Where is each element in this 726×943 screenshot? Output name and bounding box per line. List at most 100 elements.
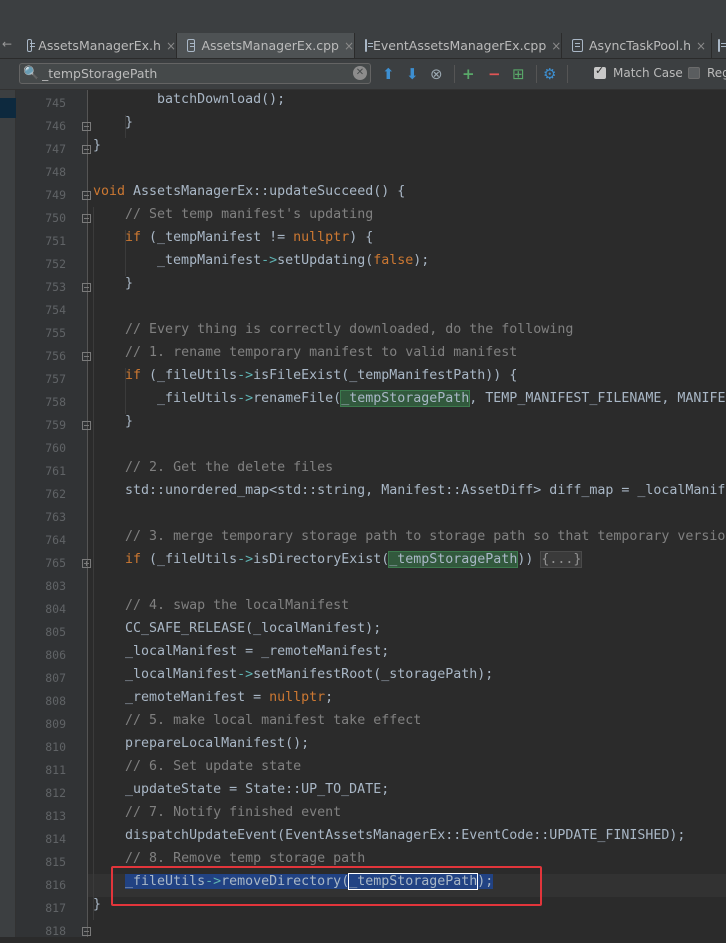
line-number: 806 [45, 648, 66, 662]
file-icon [27, 39, 36, 52]
search-input[interactable] [42, 65, 342, 82]
code-line[interactable]: _localManifest = _remoteManifest; [93, 644, 389, 667]
code-token: // 1. rename temporary manifest to valid… [125, 345, 518, 360]
line-number: 751 [45, 234, 66, 248]
code-token: // 3. merge temporary storage path to st… [125, 529, 726, 544]
code-token: CC_SAFE_RELEASE(_localManifest); [93, 621, 382, 636]
code-token: } [93, 115, 134, 130]
tab-assets-manager-ex-h[interactable]: AssetsManagerEx.h × [17, 33, 177, 58]
code-line[interactable]: void AssetsManagerEx::updateSucceed() { [93, 184, 405, 207]
code-line[interactable]: CC_SAFE_RELEASE(_localManifest); [93, 621, 381, 644]
find-all-icon[interactable]: ⊗ [430, 63, 443, 85]
close-icon[interactable]: × [166, 39, 176, 53]
code-token: } [93, 138, 102, 153]
code-line[interactable]: _remoteManifest = nullptr; [93, 690, 333, 713]
code-token: // 8. Remove temp storage path [125, 851, 366, 866]
tab-assets-manager-ex-cpp[interactable]: AssetsManagerEx.cpp × [177, 33, 355, 58]
match-case-label[interactable]: Match Case [613, 66, 683, 80]
code-line[interactable]: // 1. rename temporary manifest to valid… [93, 345, 517, 368]
tab-overflow[interactable] [712, 33, 726, 58]
regex-checkbox[interactable] [688, 67, 700, 79]
code-token: setUpdating( [277, 253, 374, 268]
code-line[interactable]: // 7. Notify finished event [93, 805, 341, 828]
clear-icon[interactable]: ✕ [353, 66, 367, 80]
line-number: 808 [45, 694, 66, 708]
code-token: // 5. make local manifest take effect [125, 713, 422, 728]
code-line[interactable]: } [93, 138, 101, 161]
fold-collapse-icon[interactable] [82, 283, 91, 292]
fold-collapse-icon[interactable] [82, 145, 91, 154]
tab-async-task-pool-h[interactable]: AsyncTaskPool.h × [562, 33, 712, 58]
code-token: } [93, 897, 102, 912]
search-icon[interactable]: 🔍 [23, 66, 39, 81]
code-line[interactable]: } [93, 897, 101, 920]
code-line[interactable]: // 2. Get the delete files [93, 460, 333, 483]
project-tool-strip [0, 90, 16, 937]
code-line[interactable]: prepareLocalManifest(); [93, 736, 309, 759]
line-number: 753 [45, 280, 66, 294]
code-line[interactable]: } [93, 414, 133, 437]
remove-occurrence-icon[interactable]: − [488, 63, 501, 85]
match-case-checkbox[interactable]: ✓ [594, 64, 606, 79]
code-token: -> [237, 667, 254, 682]
code-line[interactable]: _localManifest->setManifestRoot(_storage… [93, 667, 493, 690]
code-token: // 2. Get the delete files [125, 460, 334, 475]
code-line[interactable]: _tempManifest->setUpdating(false); [93, 253, 429, 276]
code-line[interactable]: batchDownload(); [93, 92, 285, 115]
tab-event-assets-manager-ex-cpp[interactable]: EventAssetsManagerEx.cpp × [355, 33, 562, 58]
line-number: 745 [45, 96, 66, 110]
tab-label: AsyncTaskPool.h [589, 38, 691, 53]
code-token: renameFile( [253, 391, 342, 406]
fold-collapse-icon[interactable] [82, 214, 91, 223]
code-line[interactable]: } [93, 115, 133, 138]
code-line[interactable]: // 5. make local manifest take effect [93, 713, 421, 736]
code-token: (_fileUtils [141, 552, 238, 567]
regex-label[interactable]: Regex [707, 66, 726, 80]
line-number: 763 [45, 510, 66, 524]
filter-icon[interactable]: ⚙ [543, 63, 556, 85]
fold-collapse-icon[interactable] [82, 352, 91, 361]
file-icon [365, 39, 373, 52]
code-line[interactable]: // Every thing is correctly downloaded, … [93, 322, 573, 345]
code-line[interactable]: // 4. swap the localManifest [93, 598, 349, 621]
code-token: -> [261, 253, 278, 268]
code-token: , TEMP_MANIFEST_FILENAME, MANIFE [469, 391, 726, 406]
line-number: 818 [45, 924, 66, 938]
line-number: 746 [45, 119, 66, 133]
fold-collapse-icon[interactable] [82, 421, 91, 430]
fold-collapse-icon[interactable] [82, 191, 91, 200]
code-line[interactable]: dispatchUpdateEvent(EventAssetsManagerEx… [93, 828, 685, 851]
code-token: dispatchUpdateEvent(EventAssetsManagerEx… [93, 828, 686, 843]
line-number: 748 [45, 165, 66, 179]
code-token: _localManifest = _remoteManifest; [93, 644, 390, 659]
code-line[interactable]: _fileUtils->renameFile(_tempStoragePath,… [93, 390, 726, 414]
fold-expand-icon[interactable] [82, 559, 91, 568]
code-line[interactable]: std::unordered_map<std::string, Manifest… [93, 483, 725, 506]
code-token: } [93, 276, 134, 291]
close-icon[interactable]: × [344, 39, 354, 53]
tab-scroll-left-icon[interactable]: ← [0, 37, 14, 51]
project-tool-selected[interactable] [0, 98, 16, 118]
select-all-occurrences-icon[interactable]: ⊞ [512, 63, 525, 85]
code-token: (_fileUtils [141, 368, 238, 383]
line-number: 762 [45, 487, 66, 501]
code-line[interactable]: // 3. merge temporary storage path to st… [93, 529, 725, 552]
arrow-down-icon[interactable]: ⬇ [406, 63, 419, 85]
code-line[interactable]: // Set temp manifest's updating [93, 207, 373, 230]
line-number: 758 [45, 395, 66, 409]
code-line[interactable]: } [93, 276, 133, 299]
fold-collapse-icon[interactable] [82, 122, 91, 131]
code-line[interactable]: if (_tempManifest != nullptr) { [93, 230, 373, 253]
code-line[interactable]: if (_fileUtils->isFileExist(_tempManifes… [93, 368, 517, 391]
tab-label: AssetsManagerEx.h [38, 38, 161, 53]
close-icon[interactable]: × [696, 39, 706, 53]
code-line[interactable]: // 6. Set update state [93, 759, 301, 782]
code-line[interactable]: _updateState = State::UP_TO_DATE; [93, 782, 389, 805]
add-occurrence-icon[interactable]: + [462, 63, 475, 85]
close-icon[interactable]: × [551, 39, 561, 53]
code-line[interactable]: if (_fileUtils->isDirectoryExist(_tempSt… [93, 551, 583, 575]
fold-collapse-icon[interactable] [82, 927, 91, 936]
arrow-up-icon[interactable]: ⬆ [382, 63, 395, 85]
